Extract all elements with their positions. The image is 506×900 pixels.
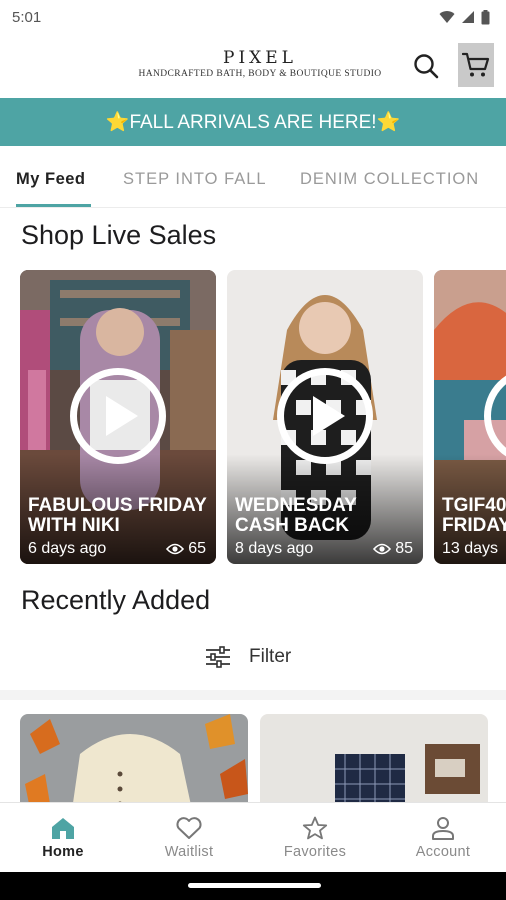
nav-account[interactable]: Account <box>380 803 506 873</box>
bottom-navigation: Home Waitlist Favorites Account <box>0 802 506 872</box>
brand-tagline: HANDCRAFTED BATH, BODY & BOUTIQUE STUDIO <box>138 69 382 79</box>
live-sale-card[interactable]: WEDNESDAY CASH BACK 8 days ago 85 <box>227 270 423 564</box>
home-icon <box>52 818 74 839</box>
live-sale-title: TGIF40 FRIDAY <box>442 495 506 536</box>
star-icon <box>302 816 328 840</box>
nav-waitlist[interactable]: Waitlist <box>126 803 252 873</box>
live-sales-carousel[interactable]: FABULOUS FRIDAY WITH NIKI 6 days ago 65 <box>0 270 506 564</box>
wifi-icon <box>439 11 455 23</box>
status-icons <box>439 9 490 25</box>
nav-home-label: Home <box>42 844 84 860</box>
promo-banner[interactable]: ⭐FALL ARRIVALS ARE HERE!⭐ <box>0 98 506 146</box>
live-sale-age: 8 days ago <box>235 540 314 557</box>
home-gesture-bar[interactable] <box>188 883 321 888</box>
play-button[interactable] <box>70 368 166 464</box>
eye-icon <box>166 543 185 555</box>
live-sale-meta: 13 days <box>442 540 506 558</box>
tab-step-into-fall[interactable]: STEP INTO FALL <box>123 170 267 189</box>
recently-added-heading: Recently Added <box>21 585 211 615</box>
status-time: 5:01 <box>12 8 42 26</box>
live-sale-title: WEDNESDAY CASH BACK <box>235 495 357 536</box>
section-divider <box>0 690 506 700</box>
tab-denim-collection[interactable]: DENIM COLLECTION <box>300 170 479 189</box>
nav-favorites-label: Favorites <box>283 844 347 860</box>
battery-icon <box>481 9 490 24</box>
nav-favorites[interactable]: Favorites <box>252 803 378 873</box>
active-tab-indicator <box>16 204 91 207</box>
search-icon <box>414 54 439 79</box>
status-bar: 5:01 <box>0 0 506 34</box>
signal-icon <box>462 11 474 23</box>
play-button[interactable] <box>277 368 373 464</box>
live-sale-title: FABULOUS FRIDAY WITH NIKI <box>28 495 207 536</box>
nav-home[interactable]: Home <box>0 803 126 873</box>
heart-icon <box>176 817 202 839</box>
view-count: 65 <box>188 540 206 557</box>
live-sale-age: 6 days ago <box>28 540 107 557</box>
live-sale-card[interactable]: FABULOUS FRIDAY WITH NIKI 6 days ago 65 <box>20 270 216 564</box>
app-header: PIXEL HANDCRAFTED BATH, BODY & BOUTIQUE … <box>0 34 506 98</box>
view-count: 85 <box>395 540 413 557</box>
system-nav-bar <box>0 872 506 900</box>
tab-my-feed[interactable]: My Feed <box>16 170 86 189</box>
eye-icon <box>373 543 392 555</box>
brand-logo[interactable]: PIXEL HANDCRAFTED BATH, BODY & BOUTIQUE … <box>130 48 390 79</box>
cart-icon <box>462 52 490 77</box>
live-sale-views: 65 <box>166 540 206 558</box>
nav-account-label: Account <box>415 844 471 860</box>
live-sale-card[interactable]: TGIF40 FRIDAY 13 days <box>434 270 506 564</box>
promo-banner-text: ⭐FALL ARRIVALS ARE HERE!⭐ <box>105 112 401 133</box>
person-icon <box>432 817 454 840</box>
live-sale-meta: 6 days ago 65 <box>28 540 206 558</box>
live-sale-views: 85 <box>373 540 413 558</box>
live-sales-heading: Shop Live Sales <box>21 220 217 250</box>
filter-label: Filter <box>249 646 292 667</box>
play-icon <box>313 396 345 436</box>
play-icon <box>106 396 138 436</box>
nav-waitlist-label: Waitlist <box>164 844 214 860</box>
live-sale-age: 13 days <box>442 540 499 557</box>
cart-button[interactable] <box>458 43 494 87</box>
live-sale-meta: 8 days ago 85 <box>235 540 413 558</box>
category-tabs: My Feed STEP INTO FALL DENIM COLLECTION <box>0 146 506 208</box>
filter-button[interactable]: Filter <box>205 643 291 671</box>
sliders-icon <box>206 646 230 668</box>
search-button[interactable] <box>408 48 444 84</box>
brand-name: PIXEL <box>223 48 297 68</box>
